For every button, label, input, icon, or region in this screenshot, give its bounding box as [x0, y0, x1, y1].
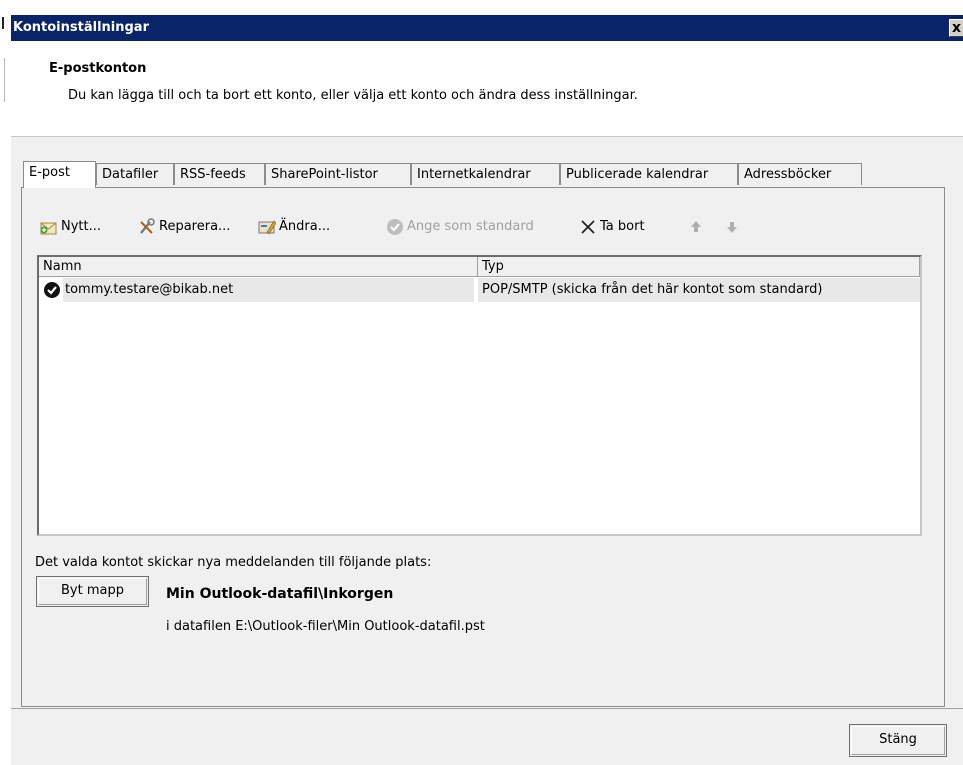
close-window-button[interactable]: x	[949, 19, 963, 37]
repair-account-button[interactable]: Reparera...	[138, 215, 230, 239]
repair-account-label: Reparera...	[159, 219, 231, 234]
title-bar: Kontoinställningar x	[11, 15, 963, 41]
move-up-button[interactable]	[687, 215, 708, 239]
dialog-header: E-postkonton Du kan lägga till och ta bo…	[11, 41, 963, 137]
column-header-typ[interactable]: Typ	[478, 257, 920, 277]
background-window-edge	[0, 0, 11, 765]
header-title: E-postkonton	[49, 61, 147, 76]
dialog-footer	[11, 709, 963, 765]
close-icon: x	[952, 20, 962, 36]
tab-datafiler[interactable]: Datafiler	[96, 163, 174, 185]
remove-icon	[581, 220, 595, 234]
account-name: tommy.testare@bikab.net	[63, 278, 474, 302]
tab-sharepoint-listor[interactable]: SharePoint-listor	[265, 163, 411, 185]
header-subtitle: Du kan lägga till och ta bort ett konto,…	[68, 88, 638, 103]
move-up-icon	[691, 221, 701, 232]
tab-rss-feeds[interactable]: RSS-feeds	[174, 163, 265, 185]
repair-icon	[140, 218, 155, 234]
account-settings-dialog: Kontoinställningar x E-postkonton Du kan…	[11, 15, 963, 765]
set-default-icon	[387, 219, 403, 235]
delivery-info: Det valda kontot skickar nya meddelanden…	[35, 555, 432, 570]
background-divider	[4, 58, 5, 102]
window-title: Kontoinställningar	[13, 20, 149, 35]
background-text-cursor	[2, 17, 4, 29]
move-down-button[interactable]	[723, 215, 744, 239]
change-folder-label: Byt mapp	[61, 583, 124, 598]
close-dialog-label: Stäng	[879, 732, 917, 747]
new-account-button[interactable]: Nytt...	[40, 215, 101, 239]
column-header-namn[interactable]: Namn	[39, 257, 478, 277]
new-account-icon	[40, 222, 57, 235]
account-name-cell: tommy.testare@bikab.net	[43, 278, 474, 302]
close-dialog-button[interactable]: Stäng	[849, 724, 947, 757]
tab-internetkalendrar[interactable]: Internetkalendrar	[411, 163, 560, 185]
remove-account-label: Ta bort	[600, 219, 645, 234]
account-list[interactable]: Namn Typ tommy.testare@bikab.net POP/SMT…	[37, 255, 922, 536]
table-row[interactable]: tommy.testare@bikab.net POP/SMTP (skicka…	[39, 278, 920, 302]
delivery-datafile: i datafilen E:\Outlook-filer\Min Outlook…	[166, 619, 485, 634]
account-type: POP/SMTP (skicka från det här kontot som…	[478, 278, 920, 302]
remove-account-button[interactable]: Ta bort	[579, 215, 645, 239]
set-default-button[interactable]: Ange som standard	[386, 215, 534, 239]
move-down-icon	[727, 222, 737, 233]
change-folder-button[interactable]: Byt mapp	[36, 576, 149, 607]
change-icon	[258, 220, 276, 235]
delivery-folder: Min Outlook-datafil\Inkorgen	[166, 586, 394, 602]
change-account-label: Ändra...	[279, 219, 331, 234]
set-default-label: Ange som standard	[407, 219, 534, 234]
default-account-check-icon	[44, 282, 60, 298]
tab-e-post[interactable]: E-post	[23, 161, 96, 188]
tab-publicerade-kalendrar[interactable]: Publicerade kalendrar	[560, 163, 738, 185]
tab-adressbocker[interactable]: Adressböcker	[738, 163, 862, 185]
change-account-button[interactable]: Ändra...	[258, 215, 330, 239]
new-account-label: Nytt...	[61, 219, 102, 234]
